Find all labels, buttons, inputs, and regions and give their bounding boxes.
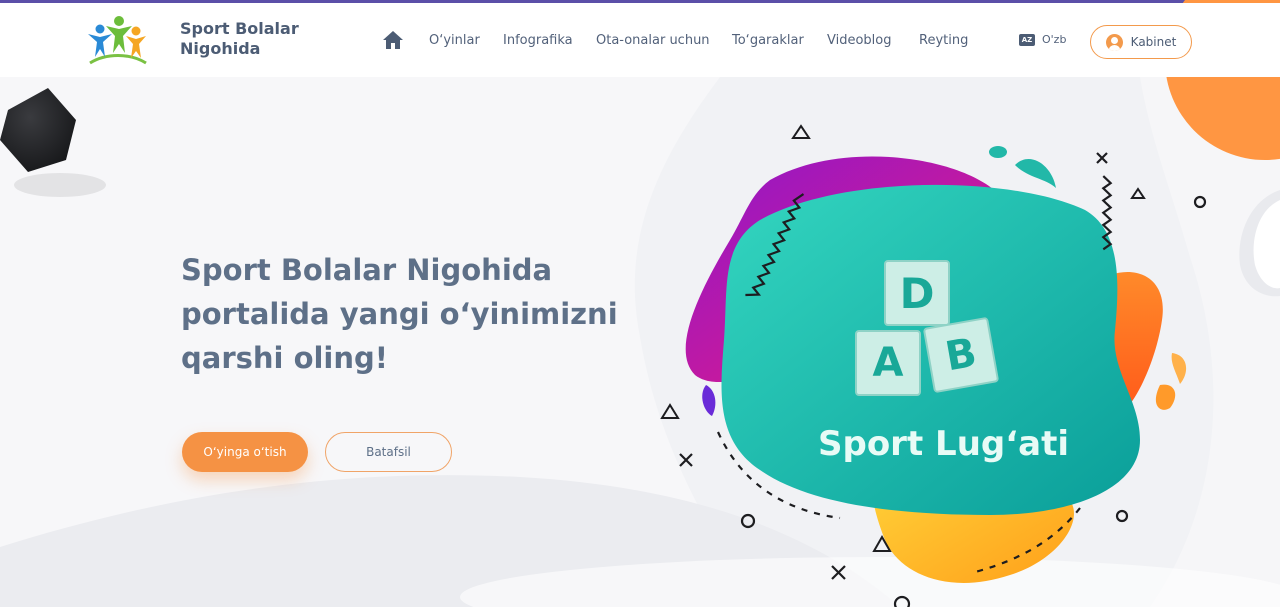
brand-line-1: Sport Bolalar (180, 19, 299, 38)
hero-headline-line-3: qarshi oling! (181, 341, 389, 375)
hero-headline: Sport Bolalar Nigohida portalida yangi o… (181, 248, 641, 380)
user-icon (1105, 33, 1123, 51)
site-header: Sport Bolalar Nigohida O‘yinlar Infograf… (0, 3, 1280, 77)
letter-block-b: B (922, 316, 1000, 394)
language-icon: AZ (1019, 33, 1035, 46)
language-switcher[interactable]: AZ O'zb (1019, 33, 1066, 46)
hero-headline-line-1: Sport Bolalar Nigohida (181, 253, 553, 287)
nav-item-infografika[interactable]: Infografika (503, 33, 573, 48)
brand-line-2: Nigohida (180, 39, 261, 58)
nav-item-videoblog[interactable]: Videoblog (827, 33, 892, 48)
logo-icon[interactable] (86, 15, 150, 67)
kabinet-button[interactable]: Kabinet (1090, 25, 1192, 59)
language-label: O'zb (1042, 33, 1067, 46)
home-icon[interactable] (382, 30, 404, 50)
kabinet-label: Kabinet (1130, 35, 1177, 49)
nav-item-togaraklar[interactable]: To‘garaklar (732, 33, 804, 48)
nav-item-ota-onalar-uchun[interactable]: Ota-onalar uchun (596, 33, 710, 48)
letter-block-d: D (884, 260, 950, 326)
letter-block-a: A (855, 330, 921, 396)
hero-headline-line-2: portalida yangi o‘yinimizni (181, 297, 618, 331)
illustration-title: Sport Lug‘ati (818, 424, 1070, 464)
nav-item-oyinlar[interactable]: O‘yinlar (429, 33, 480, 48)
details-button[interactable]: Batafsil (325, 432, 452, 472)
brand-name[interactable]: Sport Bolalar Nigohida (180, 19, 320, 59)
nav-item-reyting[interactable]: Reyting (919, 33, 968, 48)
play-game-button[interactable]: O‘yinga o‘tish (182, 432, 308, 472)
